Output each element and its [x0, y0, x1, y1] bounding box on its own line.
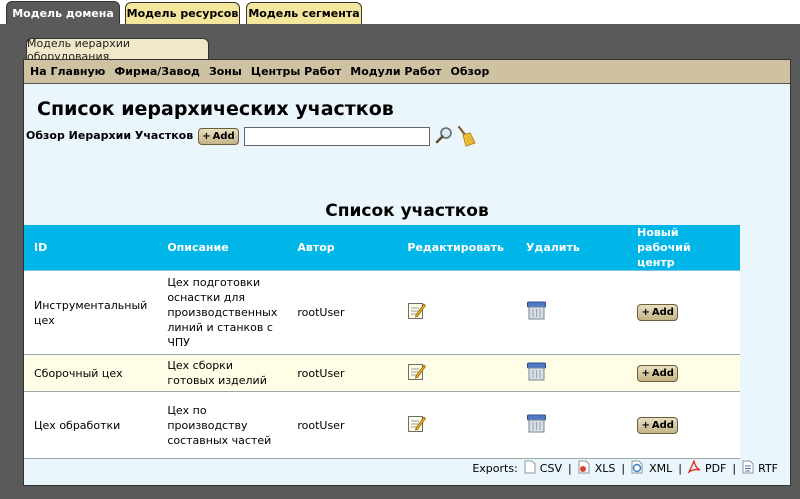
add-button-label: Add [212, 131, 235, 142]
cell-delete [515, 270, 628, 355]
column-header-new-work-center: Новый рабочий центр [627, 225, 740, 271]
cell-delete [515, 391, 628, 459]
table-header-row: ID Описание Автор Редактировать Удалить … [24, 225, 740, 271]
column-header-description: Описание [157, 225, 288, 271]
add-work-center-button[interactable]: + Add [637, 364, 679, 382]
csv-file-icon [524, 460, 536, 477]
edit-icon[interactable] [407, 414, 427, 433]
nav-enterprise[interactable]: Фирма/Завод [114, 65, 200, 78]
cell-description: Цех сборки готовых изделий [157, 354, 288, 392]
plus-icon: + [641, 307, 650, 318]
search-icon[interactable] [434, 126, 454, 146]
table-row: Сборочный цех Цех сборки готовых изделий… [24, 354, 740, 392]
export-csv-label: CSV [539, 462, 562, 475]
table-row: Инструментальный цех Цех подготовки осна… [24, 270, 740, 355]
exports-bar: Exports: CSV | XLS | XML | PDF | RTF [472, 458, 778, 477]
table-row: Цех обработки Цех по производству состав… [24, 391, 740, 459]
nav-areas[interactable]: Зоны [209, 65, 242, 78]
search-input[interactable] [244, 127, 430, 146]
separator: | [678, 462, 682, 475]
nav-bar: На Главную Фирма/Завод Зоны Центры Работ… [24, 60, 790, 84]
cell-id: Инструментальный цех [24, 270, 158, 355]
cell-edit [397, 391, 516, 459]
separator: | [732, 462, 737, 475]
column-header-delete: Удалить [515, 225, 628, 271]
cell-edit [397, 354, 516, 392]
column-header-edit: Редактировать [397, 225, 516, 271]
separator: | [567, 462, 572, 475]
tab-resource-model[interactable]: Модель ресурсов [125, 2, 240, 24]
trash-icon[interactable] [526, 361, 547, 382]
export-rtf[interactable]: RTF [742, 460, 778, 477]
pdf-file-icon [687, 458, 701, 477]
separator: | [621, 462, 626, 475]
content-panel: На Главную Фирма/Завод Зоны Центры Работ… [23, 59, 791, 486]
column-header-author: Автор [287, 225, 398, 271]
nav-overview[interactable]: Обзор [451, 65, 490, 78]
top-tabs: Модель домена Модель ресурсов Модель сег… [0, 0, 800, 24]
cell-new-work-center: + Add [627, 270, 740, 355]
export-xls[interactable]: XLS [578, 460, 616, 477]
xls-file-icon [578, 460, 591, 477]
export-pdf[interactable]: PDF [687, 458, 727, 477]
export-rtf-label: RTF [758, 462, 778, 475]
add-button-label: Add [651, 307, 674, 318]
rtf-file-icon [742, 460, 754, 477]
cell-edit [397, 270, 516, 355]
cell-new-work-center: + Add [627, 391, 740, 459]
nav-work-units[interactable]: Модули Работ [350, 65, 441, 78]
column-header-id: ID [24, 225, 158, 271]
plus-icon: + [641, 367, 650, 379]
nav-home[interactable]: На Главную [30, 65, 105, 78]
edit-icon[interactable] [407, 362, 427, 381]
add-work-center-button[interactable]: + Add [637, 304, 679, 321]
export-xml-label: XML [649, 462, 673, 475]
list-title: Список участков [325, 201, 489, 221]
cell-id: Сборочный цех [24, 354, 158, 392]
edit-icon[interactable] [407, 301, 427, 320]
plus-icon: + [202, 131, 211, 142]
exports-label: Exports: [472, 462, 518, 475]
cell-author: rootUser [287, 354, 398, 392]
search-row: Обзор Иерархии Участков + Add [26, 125, 626, 148]
cell-author: rootUser [287, 391, 398, 459]
tab-equipment-hierarchy[interactable]: Модель иерархии оборудования [26, 37, 209, 63]
tab-segment-model[interactable]: Модель сегмента [246, 2, 362, 24]
export-pdf-label: PDF [704, 462, 727, 475]
trash-icon[interactable] [526, 413, 547, 434]
clear-broom-icon[interactable] [454, 125, 476, 147]
add-button-label: Add [651, 419, 674, 431]
add-area-button[interactable]: + Add [198, 128, 239, 145]
trash-icon[interactable] [526, 300, 547, 321]
nav-work-centers[interactable]: Центры Работ [251, 65, 341, 78]
cell-author: rootUser [287, 270, 398, 355]
export-xls-label: XLS [594, 462, 616, 475]
add-button-label: Add [651, 367, 674, 379]
export-xml[interactable]: XML [631, 460, 672, 477]
export-csv[interactable]: CSV [524, 460, 562, 477]
xml-file-icon [631, 460, 645, 477]
cell-new-work-center: + Add [627, 354, 740, 392]
cell-delete [515, 354, 628, 392]
areas-table: ID Описание Автор Редактировать Удалить … [24, 225, 740, 459]
search-label: Обзор Иерархии Участков [26, 129, 194, 142]
cell-id: Цех обработки [24, 391, 158, 459]
page-title: Список иерархических участков [37, 98, 394, 120]
cell-description: Цех по производству составных частей [157, 391, 288, 459]
add-work-center-button[interactable]: + Add [637, 416, 679, 434]
cell-description: Цех подготовки оснастки для производстве… [157, 270, 288, 355]
plus-icon: + [641, 419, 650, 431]
tab-domain-model[interactable]: Модель домена [6, 1, 120, 24]
